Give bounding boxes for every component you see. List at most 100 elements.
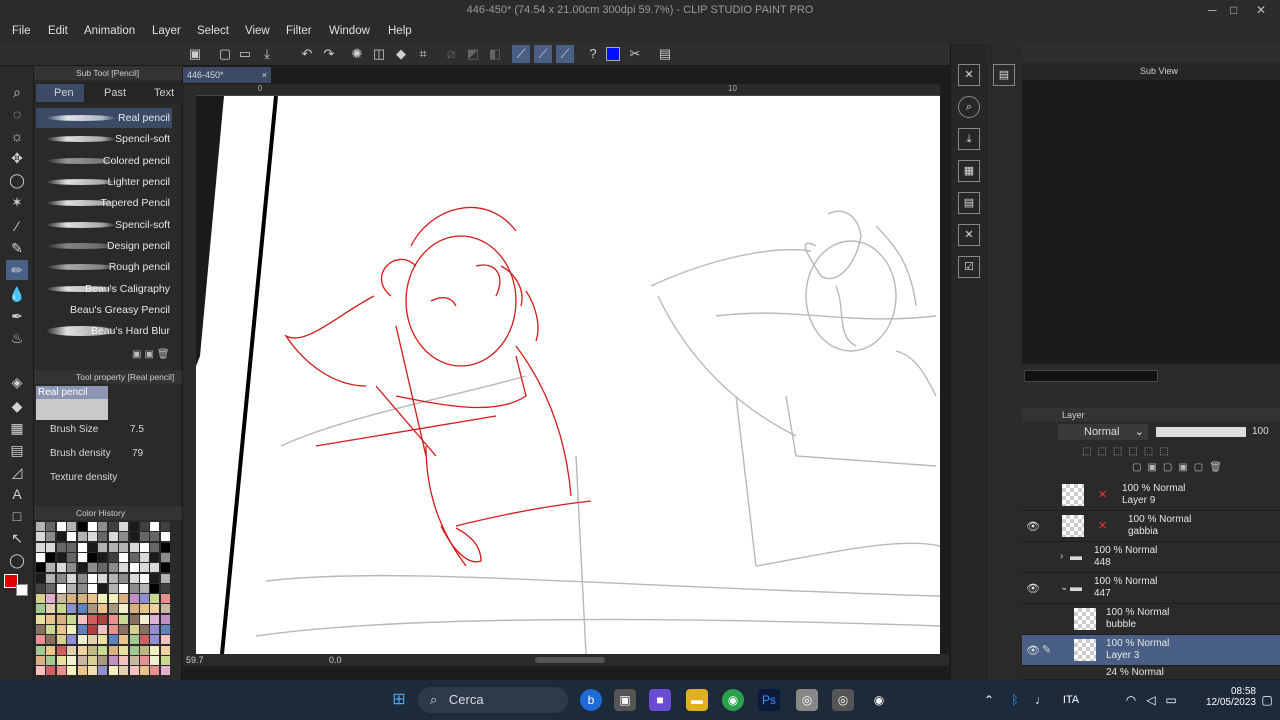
navigator-icon[interactable]: ▤ [993, 64, 1015, 86]
color-swatch[interactable] [67, 604, 77, 614]
color-swatch[interactable] [119, 594, 129, 604]
blend-mode-select[interactable]: Normal ⌄ [1058, 424, 1148, 440]
volume-icon[interactable]: ◁ [1140, 689, 1162, 711]
close-panel-icon[interactable]: ✕ [958, 64, 980, 86]
color-swatch[interactable] [160, 594, 170, 604]
magic-wand-icon[interactable]: ✶ [6, 192, 28, 212]
color-swatch[interactable] [140, 532, 149, 542]
color-swatch[interactable] [160, 532, 170, 542]
tab-texture[interactable]: Text [136, 84, 184, 102]
opacity-value[interactable]: 100 [1252, 426, 1269, 437]
color-swatch[interactable] [150, 655, 160, 665]
color-swatch[interactable] [67, 522, 77, 531]
color-swatch[interactable] [88, 655, 97, 665]
color-swatch[interactable] [129, 625, 139, 634]
color-swatch[interactable] [108, 635, 118, 645]
color-swatch[interactable] [67, 645, 77, 655]
canvas-icon[interactable]: ▣ [186, 45, 204, 63]
color-swatch[interactable] [129, 563, 139, 573]
color-swatch[interactable] [140, 522, 149, 531]
color-swatch[interactable] [67, 635, 77, 645]
color-swatch[interactable] [56, 604, 66, 614]
layer-actions[interactable]: ▢▣▢▣▢🗑 [1132, 462, 1280, 476]
menu-animation[interactable]: Animation [84, 25, 135, 37]
text-icon[interactable]: A [6, 484, 28, 504]
pencil-icon[interactable]: ✏ [6, 260, 28, 280]
color-swatch[interactable] [56, 532, 66, 542]
sparkle-icon[interactable]: ✺ [348, 45, 366, 63]
color-swatch[interactable] [140, 614, 149, 624]
ruler-snap-icon[interactable]: ⟋ [556, 45, 574, 63]
chrome-icon[interactable]: ◉ [722, 689, 744, 711]
color-swatch[interactable] [77, 635, 87, 645]
color-swatch[interactable] [150, 614, 160, 624]
color-swatch[interactable] [108, 532, 118, 542]
color-swatch[interactable] [108, 645, 118, 655]
color-swatch[interactable] [129, 655, 139, 665]
clip-studio-icon[interactable]: ◎ [796, 689, 818, 711]
color-swatch[interactable] [88, 604, 97, 614]
menu-edit[interactable]: Edit [48, 25, 68, 37]
color-swatch[interactable] [56, 542, 66, 552]
color-swatch[interactable] [77, 604, 87, 614]
opacity-slider[interactable] [1156, 427, 1246, 437]
color-swatch[interactable] [150, 594, 160, 604]
color-swatch[interactable] [150, 625, 160, 634]
operation-icon[interactable]: ↖ [6, 528, 28, 548]
close-icon[interactable]: ✕ [1256, 3, 1266, 17]
blend-icon[interactable]: ♨ [6, 328, 28, 348]
help-icon[interactable]: ? [584, 45, 602, 63]
task-view-icon[interactable]: ▣ [614, 689, 636, 711]
clear-icon[interactable]: ◫ [370, 45, 388, 63]
color-swatch[interactable] [98, 645, 108, 655]
clip-studio-paint-icon[interactable]: ◎ [832, 689, 854, 711]
tab-pastel[interactable]: Past [86, 84, 134, 102]
fill-bucket-icon[interactable]: ◆ [6, 396, 28, 416]
color-swatch[interactable] [150, 522, 160, 531]
brush-item[interactable]: Beau's Caligraphy [36, 279, 172, 299]
brush-item[interactable]: Real pencil [36, 108, 172, 128]
document-tab[interactable]: 446-450* × [183, 67, 271, 83]
color-swatch[interactable] [98, 666, 108, 676]
texture-density-row[interactable]: Texture density [44, 472, 172, 483]
color-swatch[interactable] [108, 655, 118, 665]
color-swatch[interactable] [160, 645, 170, 655]
brush-density-row[interactable]: Brush density 79 [44, 448, 172, 459]
color-swatch[interactable] [140, 625, 149, 634]
color-swatch[interactable] [98, 604, 108, 614]
color-swatch[interactable] [98, 532, 108, 542]
brush-item[interactable]: Colored pencil [36, 151, 172, 171]
color-swatch[interactable] [56, 563, 66, 573]
color-swatch[interactable] [46, 594, 56, 604]
color-swatch[interactable] [129, 614, 139, 624]
color-swatch[interactable] [108, 666, 118, 676]
color-swatch[interactable] [56, 635, 66, 645]
color-swatch[interactable] [119, 635, 129, 645]
move-icon[interactable]: ✥ [6, 148, 28, 168]
maximize-icon[interactable]: □ [1230, 3, 1237, 17]
color-swatch[interactable] [88, 666, 97, 676]
color-swatch[interactable] [67, 542, 77, 552]
transform-icon[interactable]: ⌗ [414, 45, 432, 63]
brush-item[interactable]: Design pencil [36, 236, 172, 256]
color-swatch[interactable] [98, 625, 108, 634]
color-swatch[interactable] [36, 625, 45, 634]
brush-item[interactable]: Beau's Hard Blur [36, 321, 172, 341]
color-swatch[interactable] [77, 552, 87, 562]
color-swatch[interactable] [36, 645, 45, 655]
color-swatch[interactable] [119, 552, 129, 562]
eyedropper-icon[interactable]: ⁄ [6, 216, 28, 236]
color-swatch[interactable] [56, 666, 66, 676]
color-swatch[interactable] [160, 573, 170, 583]
color-swatch[interactable] [67, 625, 77, 634]
color-swatch[interactable] [129, 666, 139, 676]
brush-item[interactable]: Tapered Pencil [36, 193, 172, 213]
color-swatch[interactable] [98, 552, 108, 562]
color-swatch[interactable] [67, 573, 77, 583]
brush-item[interactable]: Lighter pencil [36, 172, 172, 192]
color-swatch-icon[interactable] [604, 45, 622, 63]
color-swatch[interactable] [77, 573, 87, 583]
color-swatch[interactable] [160, 563, 170, 573]
layer-props-icon[interactable]: ▤ [958, 192, 980, 214]
color-swatch[interactable] [98, 573, 108, 583]
